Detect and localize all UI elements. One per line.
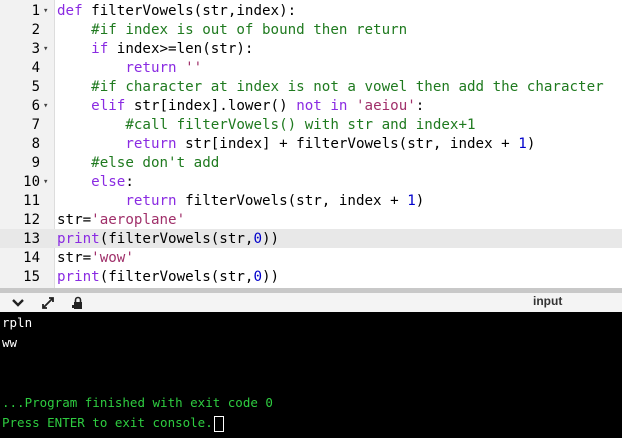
code-text: #if character at index is not a vowel th… xyxy=(91,78,604,95)
line-number: 2 xyxy=(31,21,40,38)
expand-icon[interactable] xyxy=(39,294,57,311)
line-number: 14 xyxy=(23,249,40,266)
fold-toggle-icon[interactable]: ▾ xyxy=(43,6,54,16)
code-line[interactable]: 14 str='wow' xyxy=(0,248,622,267)
code-line[interactable]: 2 #if index is out of bound then return xyxy=(0,20,622,39)
line-number: 11 xyxy=(23,192,40,209)
console-toolbar: input xyxy=(0,293,622,313)
console-line: Press ENTER to exit console. xyxy=(2,415,224,432)
line-number: 1 xyxy=(31,2,40,19)
code-text: #if index is out of bound then return xyxy=(91,21,408,38)
line-number: 13 xyxy=(23,230,40,247)
line-number: 8 xyxy=(31,135,40,152)
chevron-down-icon[interactable] xyxy=(9,294,27,311)
line-number: 12 xyxy=(23,211,40,228)
code-text: return filterVowels(str, index + 1) xyxy=(125,192,425,209)
code-line[interactable]: 12 str='aeroplane' xyxy=(0,210,622,229)
fold-toggle-icon[interactable]: ▾ xyxy=(43,44,54,54)
line-number: 15 xyxy=(23,268,40,285)
console-line: ww xyxy=(2,335,18,350)
code-text: #call filterVowels() with str and index+… xyxy=(125,116,476,133)
code-line[interactable]: 4 return '' xyxy=(0,58,622,77)
code-text: #else don't add xyxy=(91,154,220,171)
code-line[interactable]: 1 ▾ def filterVowels(str,index): xyxy=(0,1,622,20)
code-editor[interactable]: 1 ▾ def filterVowels(str,index): 2 #if inde… xyxy=(0,0,622,288)
lock-settings-icon[interactable] xyxy=(69,294,87,311)
console-cursor xyxy=(213,415,224,432)
code-line[interactable]: 11 return filterVowels(str, index + 1) xyxy=(0,191,622,210)
code-line[interactable]: 6 ▾ elif str[index].lower() not in 'aeiou… xyxy=(0,96,622,115)
code-line[interactable]: 9 #else don't add xyxy=(0,153,622,172)
code-line[interactable]: 10 ▾ else: xyxy=(0,172,622,191)
code-line[interactable]: 7 #call filterVowels() with str and inde… xyxy=(0,115,622,134)
code-text: print(filterVowels(str,0)) xyxy=(57,230,280,247)
line-number: 9 xyxy=(31,154,40,171)
code-text: print(filterVowels(str,0)) xyxy=(57,268,280,285)
code-line[interactable]: 8 return str[index] + filterVowels(str, … xyxy=(0,134,622,153)
fold-toggle-icon[interactable]: ▾ xyxy=(43,177,54,187)
line-number: 7 xyxy=(31,116,40,133)
code-text: elif str[index].lower() not in 'aeiou': xyxy=(91,97,425,114)
console-line: ...Program finished with exit code 0 xyxy=(2,395,273,410)
line-number: 3 xyxy=(31,40,40,57)
code-text: str='aeroplane' xyxy=(57,211,186,228)
code-text: if index>=len(str): xyxy=(91,40,254,57)
line-number: 10 xyxy=(23,173,40,190)
console-output[interactable]: rpln ww ...Program finished with exit code… xyxy=(0,312,622,438)
code-line[interactable]: 13 print(filterVowels(str,0)) xyxy=(0,229,622,248)
code-line[interactable]: 5 #if character at index is not a vowel … xyxy=(0,77,622,96)
line-number: 4 xyxy=(31,59,40,76)
code-text: return '' xyxy=(125,59,203,76)
line-number: 5 xyxy=(31,78,40,95)
code-line[interactable]: 15 print(filterVowels(str,0)) xyxy=(0,267,622,286)
code-text: def filterVowels(str,index): xyxy=(57,2,297,19)
input-tab-label[interactable]: input xyxy=(533,294,562,308)
line-number: 6 xyxy=(31,97,40,114)
fold-toggle-icon[interactable]: ▾ xyxy=(43,101,54,111)
code-text: str='wow' xyxy=(57,249,134,266)
console-line: rpln xyxy=(2,315,33,330)
code-text: else: xyxy=(91,173,134,190)
code-text: return str[index] + filterVowels(str, in… xyxy=(125,135,536,152)
code-line[interactable]: 3 ▾ if index>=len(str): xyxy=(0,39,622,58)
